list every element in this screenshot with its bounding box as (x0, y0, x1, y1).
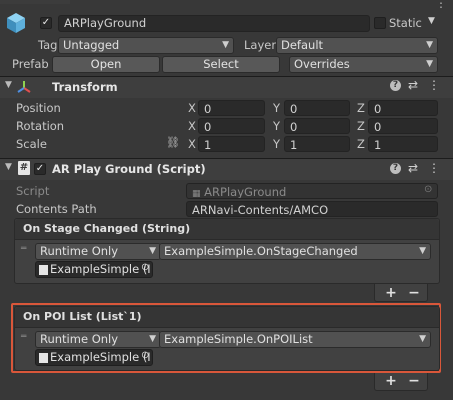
layer-label: Layer (244, 38, 277, 52)
rotation-y-field[interactable]: 0 (284, 118, 350, 134)
help-icon[interactable]: ? (390, 163, 401, 174)
foldout-arrow-icon[interactable]: ▼ (5, 162, 12, 172)
rotation-z-field[interactable]: 0 (368, 118, 438, 134)
rotation-x-field[interactable]: 0 (198, 118, 265, 134)
object-picker-icon: ⊙ (424, 184, 433, 195)
function-value: ExampleSimple.OnStageChanged (164, 244, 358, 258)
static-label: Static (389, 16, 422, 30)
runtime-dropdown[interactable]: Runtime Only ▼ (35, 243, 161, 260)
scale-y-field[interactable]: 1 (284, 136, 350, 152)
event-panel-poi-list: On POI List (List`1) ═ Runtime Only ▼ Exa… (14, 306, 440, 371)
rotation-z-label[interactable]: Z (357, 119, 365, 133)
runtime-dropdown[interactable]: Runtime Only ▼ (35, 331, 161, 348)
scale-z-field[interactable]: 1 (368, 136, 438, 152)
contents-path-field[interactable]: ARNavi-Contents/AMCO (186, 201, 438, 217)
scale-y-label[interactable]: Y (273, 137, 280, 151)
scale-x-label[interactable]: X (188, 137, 196, 151)
tag-value: Untagged (63, 38, 120, 52)
event-panel-stage-changed: On Stage Changed (String) ═ Runtime Only… (14, 218, 440, 284)
inspector-tab-more[interactable]: ⋮ (435, 0, 447, 10)
chevron-down-icon: ▼ (149, 334, 156, 344)
active-checkbox[interactable]: ✓ (40, 17, 52, 29)
more-icon[interactable]: ⋮ (428, 161, 440, 175)
preset-icon[interactable]: ⇄ (408, 78, 418, 92)
contents-path-label: Contents Path (16, 202, 97, 216)
runtime-value: Runtime Only (40, 332, 119, 346)
script-file-icon: ▦ (192, 189, 201, 199)
remove-listener-button[interactable]: − (403, 373, 425, 389)
scale-label: Scale (16, 137, 47, 151)
chevron-down-icon: ▼ (419, 246, 426, 256)
overrides-value: Overrides (294, 57, 350, 71)
target-object-field[interactable]: ExampleSimple (I (35, 261, 153, 278)
link-icon[interactable]: ⛓ (166, 136, 180, 149)
prefab-overrides-dropdown[interactable]: Overrides ▼ (289, 56, 438, 73)
position-x-field[interactable]: 0 (198, 100, 265, 116)
target-object-field[interactable]: ExampleSimple (I (35, 349, 153, 366)
event-title: On Stage Changed (String) (15, 219, 439, 240)
object-picker-icon[interactable]: ⊙ (141, 262, 149, 273)
transform-axes-icon (16, 79, 32, 95)
drag-handle-icon[interactable]: ═ (21, 245, 29, 255)
chevron-down-icon: ▼ (149, 246, 156, 256)
tag-dropdown[interactable]: Untagged ▼ (58, 37, 234, 54)
position-x-label[interactable]: X (188, 101, 196, 115)
position-label: Position (16, 101, 61, 115)
prefab-open-button[interactable]: Open (52, 56, 160, 73)
drag-handle-icon[interactable]: ═ (21, 333, 29, 343)
more-icon[interactable]: ⋮ (428, 78, 440, 92)
rotation-label: Rotation (16, 119, 65, 133)
target-value: ExampleSimple (I (50, 262, 151, 276)
preset-icon[interactable]: ⇄ (408, 161, 418, 175)
script-value: ARPlayGround (204, 185, 287, 199)
position-y-label[interactable]: Y (273, 101, 280, 115)
script-field: ▦ ARPlayGround (186, 183, 438, 199)
foldout-arrow-icon[interactable]: ▼ (5, 80, 12, 90)
tag-label: Tag (38, 38, 58, 52)
static-checkbox[interactable] (374, 17, 386, 29)
target-value: ExampleSimple (I (50, 350, 151, 364)
function-dropdown[interactable]: ExampleSimple.OnStageChanged ▼ (159, 243, 431, 260)
layer-dropdown[interactable]: Default ▼ (276, 37, 438, 54)
position-y-field[interactable]: 0 (284, 100, 350, 116)
prefab-label: Prefab (12, 57, 49, 71)
add-listener-button[interactable]: + (380, 285, 402, 301)
script-file-icon (39, 264, 48, 275)
rotation-y-label[interactable]: Y (273, 119, 280, 133)
chevron-down-icon: ▼ (222, 40, 229, 50)
prefab-select-button[interactable]: Select (162, 56, 280, 73)
position-z-field[interactable]: 0 (368, 100, 438, 116)
add-listener-button[interactable]: + (380, 373, 402, 389)
gameobject-name-field[interactable]: ARPlayGround (58, 15, 370, 32)
component-enabled-checkbox[interactable]: ✓ (34, 163, 46, 175)
script-component-title: AR Play Ground (Script) (52, 162, 206, 176)
runtime-value: Runtime Only (40, 244, 119, 258)
script-file-icon (39, 352, 48, 363)
help-icon[interactable]: ? (390, 80, 401, 91)
script-label: Script (16, 184, 50, 198)
transform-title: Transform (52, 80, 118, 94)
cube-icon (6, 12, 26, 33)
event-title: On POI List (List`1) (15, 307, 439, 328)
inspector-tab[interactable] (0, 0, 70, 4)
rotation-x-label[interactable]: X (188, 119, 196, 133)
position-z-label[interactable]: Z (357, 101, 365, 115)
function-value: ExampleSimple.OnPOIList (164, 332, 313, 346)
function-dropdown[interactable]: ExampleSimple.OnPOIList ▼ (159, 331, 431, 348)
scale-z-label[interactable]: Z (357, 137, 365, 151)
object-picker-icon[interactable]: ⊙ (141, 350, 149, 361)
remove-listener-button[interactable]: − (403, 285, 425, 301)
chevron-down-icon: ▼ (426, 59, 433, 69)
layer-value: Default (281, 38, 324, 52)
static-dropdown-caret-icon[interactable]: ▼ (428, 16, 435, 26)
chevron-down-icon: ▼ (426, 40, 433, 50)
chevron-down-icon: ▼ (419, 334, 426, 344)
scale-x-field[interactable]: 1 (198, 136, 265, 152)
script-icon: # (18, 161, 30, 175)
